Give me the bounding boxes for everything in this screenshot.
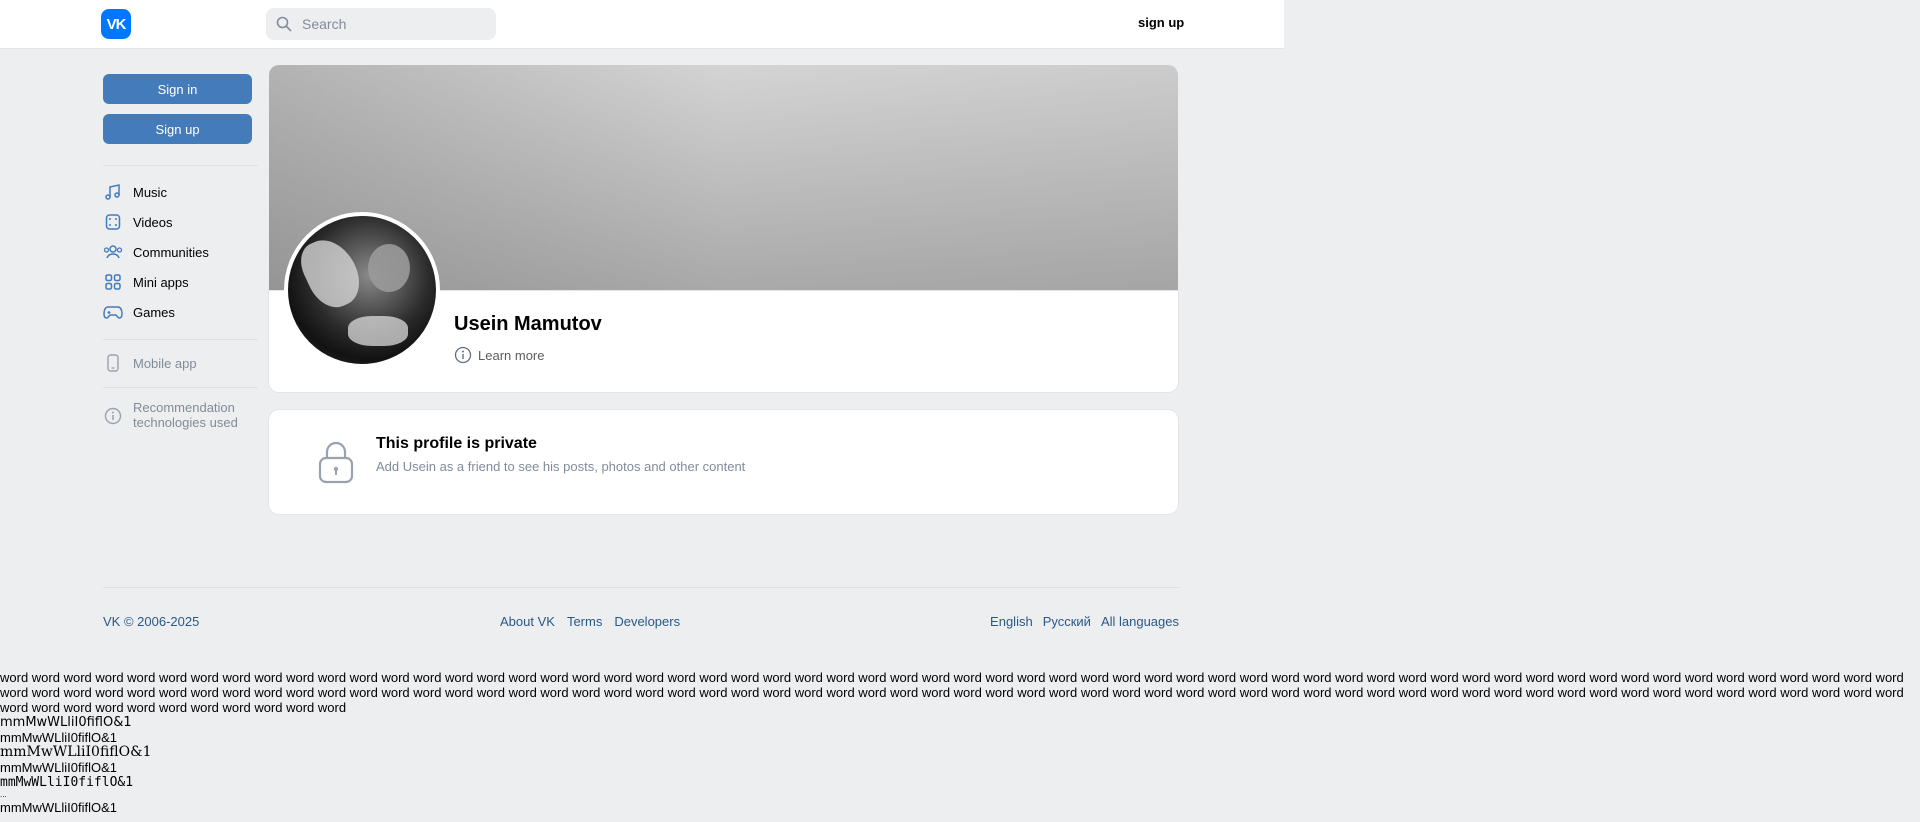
- footer-link-developers[interactable]: Developers: [614, 614, 680, 629]
- language-russian[interactable]: Русский: [1043, 614, 1091, 629]
- sidebar-item-label: Music: [133, 184, 167, 200]
- language-english[interactable]: English: [990, 614, 1033, 629]
- font-sample: mmMwWLliI0fiflO&1: [0, 775, 134, 790]
- music-note-icon: [103, 182, 123, 202]
- sidebar-item-label: Mobile app: [133, 355, 197, 371]
- communities-icon: [103, 242, 123, 262]
- sidebar-item-recommendations[interactable]: Recommendation technologies used: [103, 400, 258, 430]
- gamepad-icon: [103, 302, 123, 322]
- profile-avatar[interactable]: [284, 212, 440, 368]
- search-box[interactable]: [266, 8, 496, 40]
- sidebar-item-mobile-app[interactable]: Mobile app: [103, 348, 258, 378]
- sidebar-item-label: Games: [133, 304, 175, 320]
- copyright-text[interactable]: VK © 2006-2025: [103, 614, 199, 629]
- search-icon: [276, 16, 292, 32]
- learn-more-label: Learn more: [478, 347, 545, 363]
- profile-name: Usein Mamutov: [454, 313, 602, 335]
- video-film-icon: [103, 212, 123, 232]
- private-subtitle: Add Usein as a friend to see his posts, …: [376, 459, 746, 474]
- footer-divider: [103, 587, 1179, 588]
- phone-icon: [103, 353, 123, 373]
- debug-word-block: word word word word word word word word …: [0, 670, 1904, 715]
- sidebar-item-label: Communities: [133, 244, 209, 260]
- info-icon: [454, 346, 472, 364]
- sidebar-item-mini-apps[interactable]: Mini apps: [103, 267, 258, 297]
- footer-link-terms[interactable]: Terms: [567, 614, 602, 629]
- sidebar-item-label: Recommendation technologies used: [133, 400, 238, 430]
- learn-more-link[interactable]: Learn more: [454, 346, 544, 364]
- sidebar-item-games[interactable]: Games: [103, 297, 258, 327]
- sidebar-item-communities[interactable]: Communities: [103, 237, 258, 267]
- lock-icon: [317, 440, 355, 489]
- sidebar-item-label: Videos: [133, 214, 173, 230]
- sidebar-item-label: Mini apps: [133, 274, 189, 290]
- sign-in-button[interactable]: Sign in: [103, 74, 252, 104]
- private-title: This profile is private: [376, 435, 537, 452]
- left-sidebar: Sign in Sign up Music Videos Communities…: [103, 74, 258, 430]
- search-input[interactable]: [300, 15, 484, 33]
- vk-logo[interactable]: VK: [101, 9, 131, 39]
- font-sample: mmMwWLliI0fiflO&1: [0, 744, 152, 760]
- top-header: VK sign up: [0, 0, 1284, 49]
- font-sample: mmMwWLliI0fiflO&1: [0, 715, 132, 730]
- ellipsis-text: ...: [0, 790, 7, 799]
- font-sample: mmMwWLliI0fiflO&1: [0, 800, 118, 815]
- info-icon: [103, 406, 123, 426]
- language-all[interactable]: All languages: [1101, 614, 1179, 629]
- sign-up-button[interactable]: Sign up: [103, 114, 252, 144]
- font-sample-block: mmMwWLliI0fiflO&1 mmMwWLliI0fiflO&1 mmMw…: [0, 715, 151, 815]
- font-sample: mmMwWLliI0fiflO&1: [0, 730, 118, 745]
- footer-link-about[interactable]: About VK: [500, 614, 555, 629]
- sidebar-item-videos[interactable]: Videos: [103, 207, 258, 237]
- font-sample: mmMwWLliI0fiflO&1: [0, 760, 118, 775]
- sidebar-item-music[interactable]: Music: [103, 177, 258, 207]
- grid-icon: [103, 272, 123, 292]
- signup-link[interactable]: sign up: [1138, 15, 1184, 30]
